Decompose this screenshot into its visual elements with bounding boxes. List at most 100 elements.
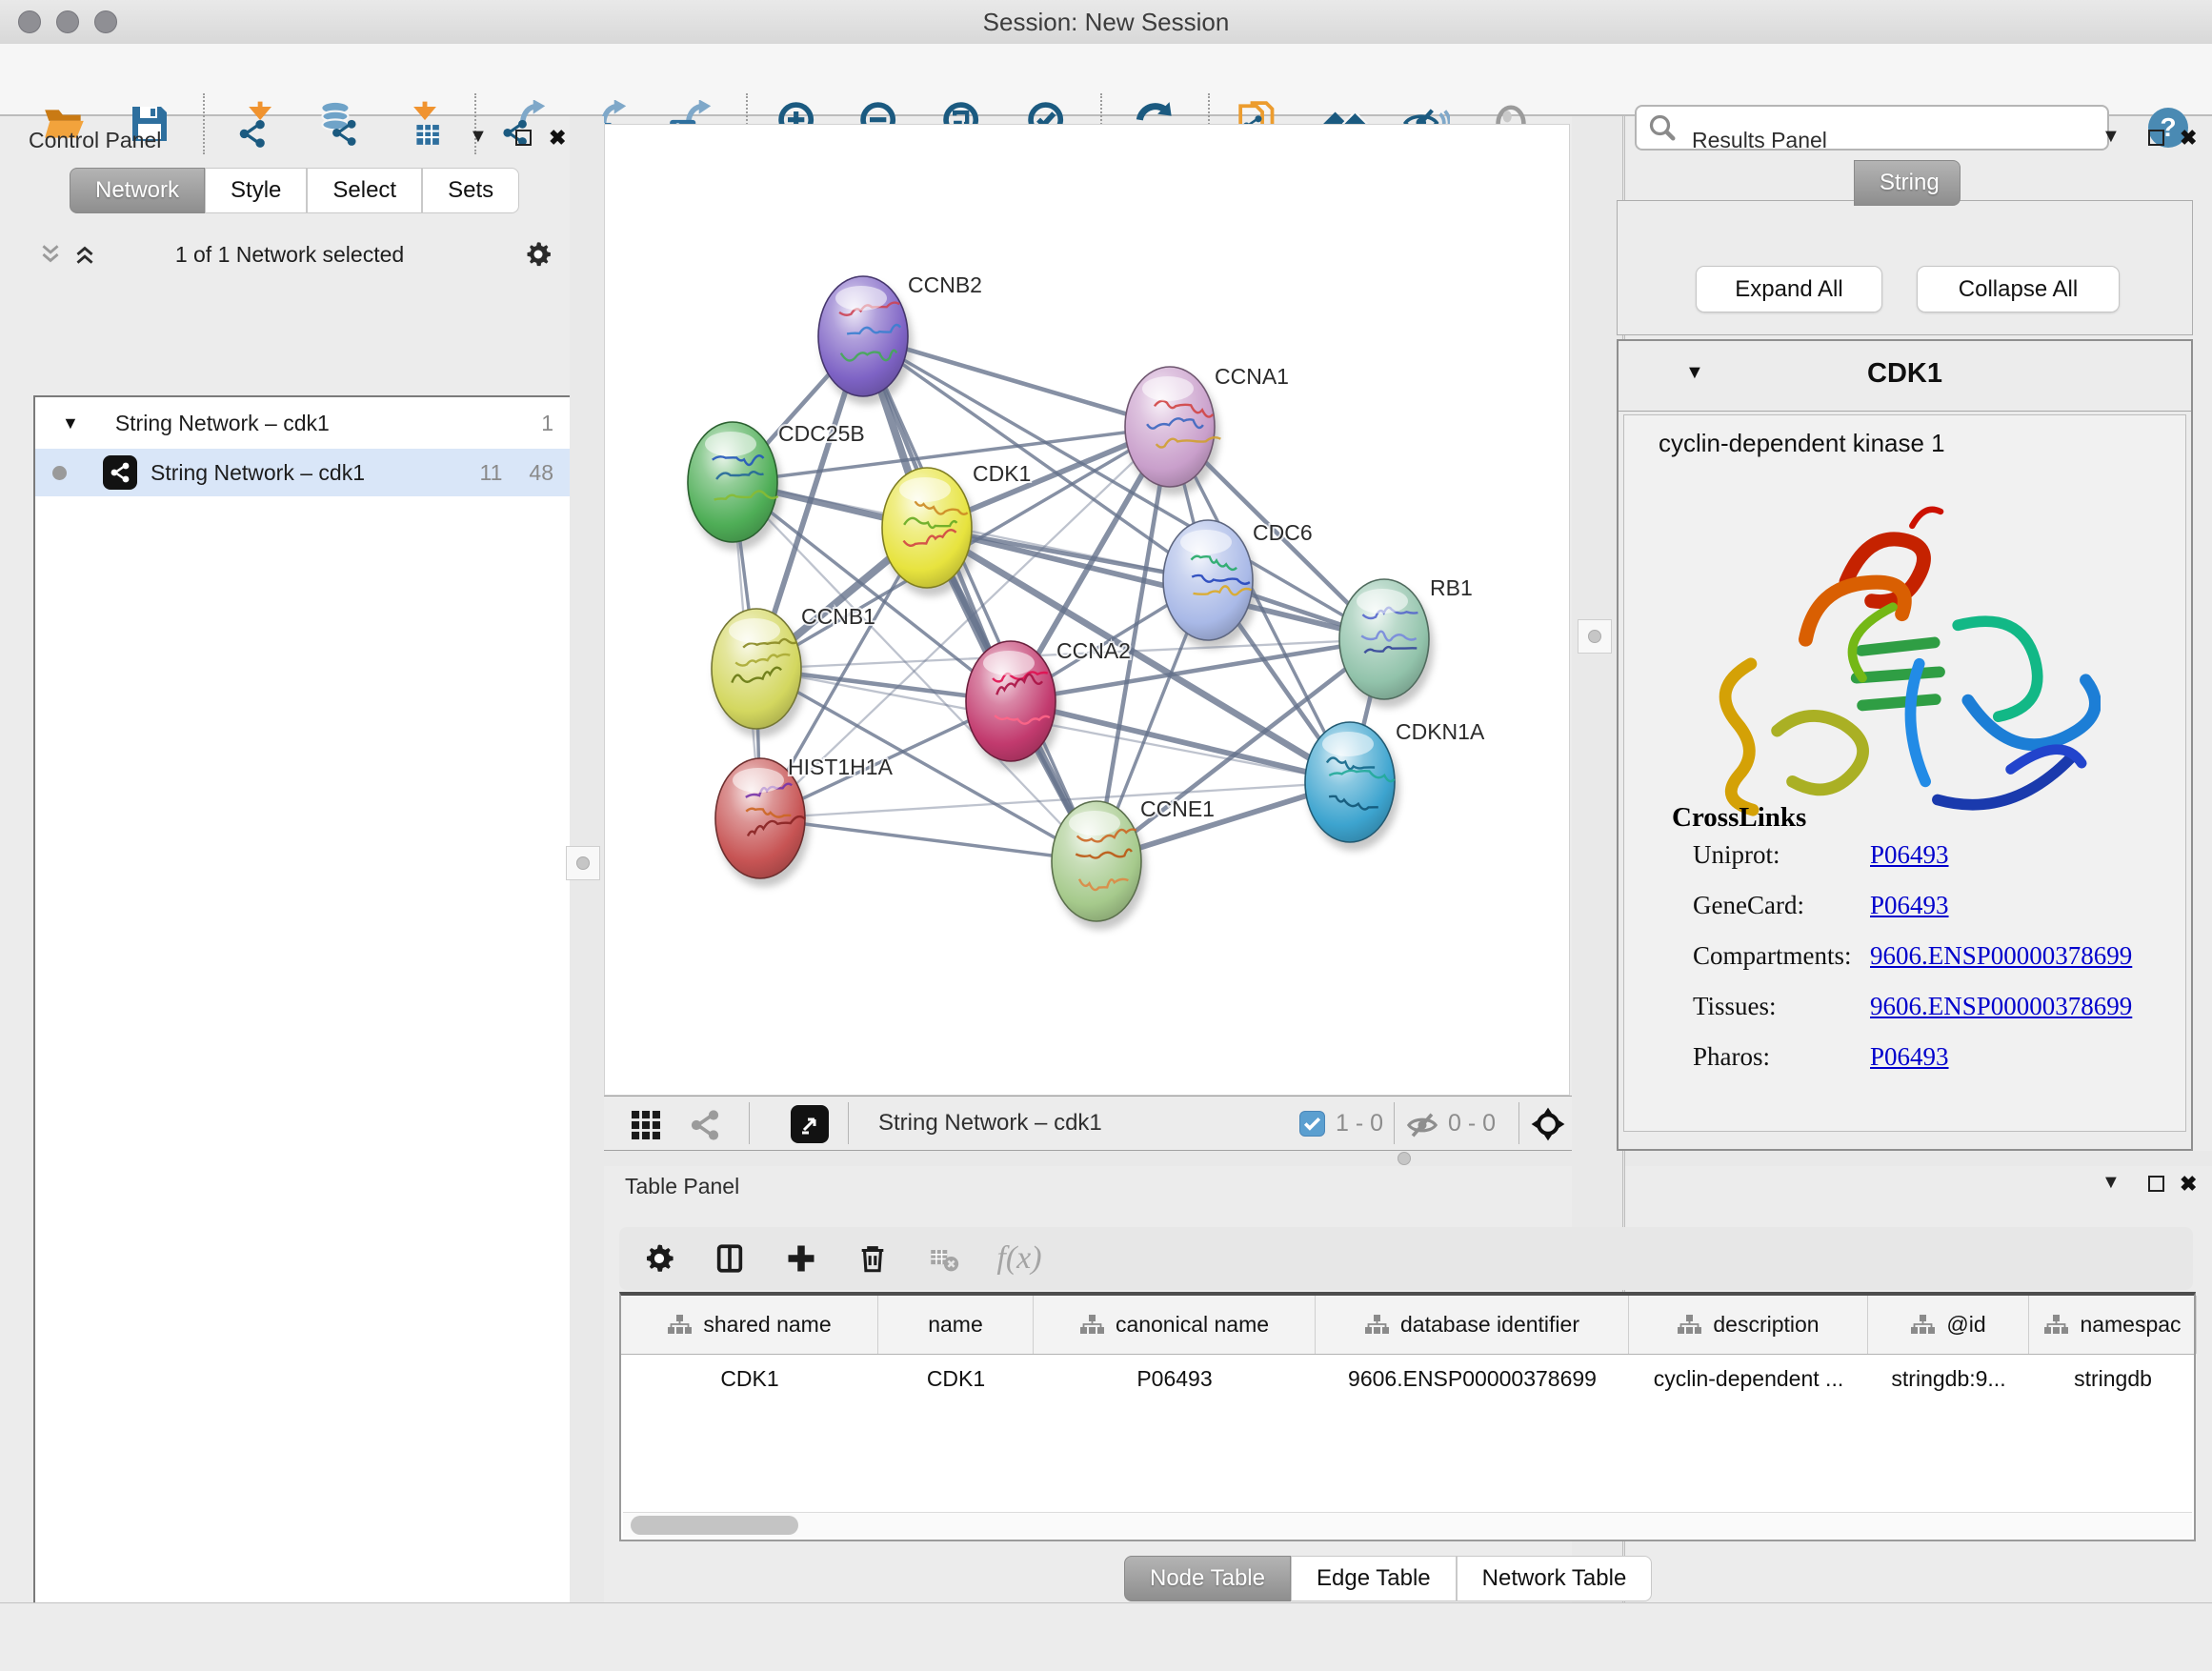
crosslink-row: Pharos:P06493 (1693, 1042, 1949, 1072)
left-splitter[interactable] (570, 116, 604, 1602)
right-splitter-handle[interactable] (1578, 619, 1612, 654)
node-label-CCNE1: CCNE1 (1140, 796, 1215, 821)
control-panel-float-button[interactable] (515, 130, 532, 146)
table-settings-gear-icon[interactable] (634, 1234, 684, 1283)
fit-content-crosshair-icon[interactable] (1530, 1106, 1566, 1142)
crosslink-row: Tissues:9606.ENSP00000378699 (1693, 992, 2132, 1021)
tree-column-icon (1910, 1314, 1935, 1337)
table-tabs: Node TableEdge TableNetwork Table (1124, 1556, 1652, 1601)
control-panel: Control Panel ▼ ✖ NetworkStyleSelectSets… (10, 116, 570, 1602)
protein-entry-header[interactable]: ▼ CDK1 (1619, 341, 2191, 412)
table-row[interactable]: CDK1CDK1P064939606.ENSP00000378699cyclin… (621, 1355, 2194, 1402)
node-CDC6[interactable] (1163, 520, 1253, 640)
node-CDK1[interactable] (882, 468, 972, 588)
tab-string[interactable]: String (1854, 160, 1961, 206)
node-CDKN1A[interactable] (1305, 722, 1395, 842)
column-header-name[interactable]: name (878, 1296, 1034, 1354)
results-panel-close-button[interactable]: ✖ (2180, 126, 2197, 151)
network-row-selected[interactable]: String Network – cdk1 11 48 (35, 449, 571, 496)
table-cell[interactable]: P06493 (1034, 1355, 1316, 1402)
network-collection-row[interactable]: ▼ String Network – cdk1 1 (35, 399, 571, 447)
control-panel-title: Control Panel (29, 128, 161, 153)
view-toolbar-separator (848, 1102, 849, 1144)
network-edge-CCNB2-CCNE1[interactable] (863, 336, 1096, 861)
tab-style[interactable]: Style (205, 168, 307, 213)
column-header-shared-name[interactable]: shared name (621, 1296, 878, 1354)
collapse-all-button[interactable]: Collapse All (1917, 266, 2120, 312)
column-header-database-identifier[interactable]: database identifier (1316, 1296, 1629, 1354)
crosslink-value-link[interactable]: P06493 (1870, 891, 1949, 919)
node-CCNB1[interactable] (712, 609, 801, 729)
expand-all-button[interactable]: Expand All (1696, 266, 1882, 312)
results-panel-float-button[interactable] (2148, 130, 2164, 146)
table-cell[interactable]: stringdb (2029, 1355, 2197, 1402)
results-panel-menu-caret[interactable]: ▼ (2101, 126, 2121, 148)
left-splitter-handle[interactable] (566, 846, 600, 880)
node-CDC25B[interactable] (688, 422, 778, 542)
column-header-namespac[interactable]: namespac (2029, 1296, 2197, 1354)
network-edge-HIST1H1A-CCNE1[interactable] (760, 818, 1096, 861)
scrollbar-thumb[interactable] (631, 1516, 798, 1535)
table-cell[interactable]: cyclin-dependent ... (1629, 1355, 1868, 1402)
node-CCNB2[interactable] (818, 276, 908, 396)
table-cell[interactable]: stringdb:9... (1868, 1355, 2029, 1402)
string-view-icon[interactable] (688, 1108, 722, 1142)
node-RB1[interactable] (1339, 579, 1429, 699)
view-title: String Network – cdk1 (878, 1097, 1102, 1150)
column-header-description[interactable]: description (1629, 1296, 1868, 1354)
grid-view-icon[interactable] (629, 1108, 663, 1142)
tab-sets[interactable]: Sets (422, 168, 519, 213)
control-panel-tabs: NetworkStyleSelectSets (70, 168, 519, 213)
node-label-CCNA2: CCNA2 (1056, 638, 1131, 663)
network-label: String Network – cdk1 (151, 460, 365, 486)
crosslink-value-link[interactable]: P06493 (1870, 1042, 1949, 1071)
window-title: Session: New Session (0, 0, 2212, 44)
node-CCNA2[interactable] (966, 641, 1056, 761)
delete-column-trash-icon[interactable] (848, 1234, 897, 1283)
birds-eye-toggle[interactable] (791, 1105, 829, 1143)
status-bar: Memory (0, 1602, 2212, 1671)
node-gloss-highlight (1069, 811, 1120, 836)
collection-label: String Network – cdk1 (115, 411, 330, 436)
table-panel-float-button[interactable] (2148, 1176, 2164, 1192)
selected-checkbox-icon[interactable] (1299, 1111, 1325, 1137)
protein-entry-box: ▼ CDK1 cyclin-dependent kinase 1 (1617, 339, 2193, 1151)
column-label: shared name (703, 1312, 831, 1338)
node-label-CDKN1A: CDKN1A (1396, 719, 1485, 744)
tab-select[interactable]: Select (307, 168, 422, 213)
add-column-icon[interactable] (776, 1234, 826, 1283)
tab-edge-table[interactable]: Edge Table (1291, 1556, 1457, 1601)
collection-expand-triangle[interactable]: ▼ (62, 413, 79, 433)
horizontal-splitter-handle[interactable] (1398, 1152, 1411, 1165)
table-panel-menu-caret[interactable]: ▼ (2101, 1172, 2121, 1194)
tab-network[interactable]: Network (70, 168, 205, 213)
network-canvas[interactable]: CCNB2CCNA1CDC25BCDK1CDC6RB1CCNB1CCNA2CDK… (604, 124, 1570, 1096)
tree-column-icon (1079, 1314, 1104, 1337)
node-label-CCNB1: CCNB1 (801, 604, 875, 629)
column-header-canonical-name[interactable]: canonical name (1034, 1296, 1316, 1354)
control-panel-menu-caret[interactable]: ▼ (469, 126, 488, 148)
node-CCNE1[interactable] (1052, 801, 1141, 921)
table-cell[interactable]: CDK1 (621, 1355, 878, 1402)
string-app-icon (103, 455, 137, 490)
network-options-gear-icon[interactable] (524, 240, 553, 269)
select-columns-icon[interactable] (705, 1234, 754, 1283)
view-toolbar-separator (749, 1102, 750, 1144)
network-edge-CCNB2-CCNA1[interactable] (863, 336, 1170, 427)
string-network-graph[interactable]: CCNB2CCNA1CDC25BCDK1CDC6RB1CCNB1CCNA2CDK… (605, 125, 1569, 1095)
table-horizontal-scrollbar[interactable] (623, 1512, 2192, 1538)
crosslink-value-link[interactable]: 9606.ENSP00000378699 (1870, 992, 2132, 1020)
tab-node-table[interactable]: Node Table (1124, 1556, 1291, 1601)
control-panel-close-button[interactable]: ✖ (549, 126, 566, 151)
crosslink-value-link[interactable]: 9606.ENSP00000378699 (1870, 941, 2132, 970)
column-header--id[interactable]: @id (1868, 1296, 2029, 1354)
tab-network-table[interactable]: Network Table (1457, 1556, 1653, 1601)
view-toolbar-separator (1518, 1102, 1519, 1144)
table-cell[interactable]: CDK1 (878, 1355, 1034, 1402)
table-cell[interactable]: 9606.ENSP00000378699 (1316, 1355, 1629, 1402)
node-gloss-highlight (1322, 732, 1374, 756)
table-panel-close-button[interactable]: ✖ (2180, 1172, 2197, 1197)
title-bar: Session: New Session (0, 0, 2212, 45)
crosslink-value-link[interactable]: P06493 (1870, 840, 1949, 869)
selected-count: 1 - 0 (1336, 1097, 1383, 1150)
